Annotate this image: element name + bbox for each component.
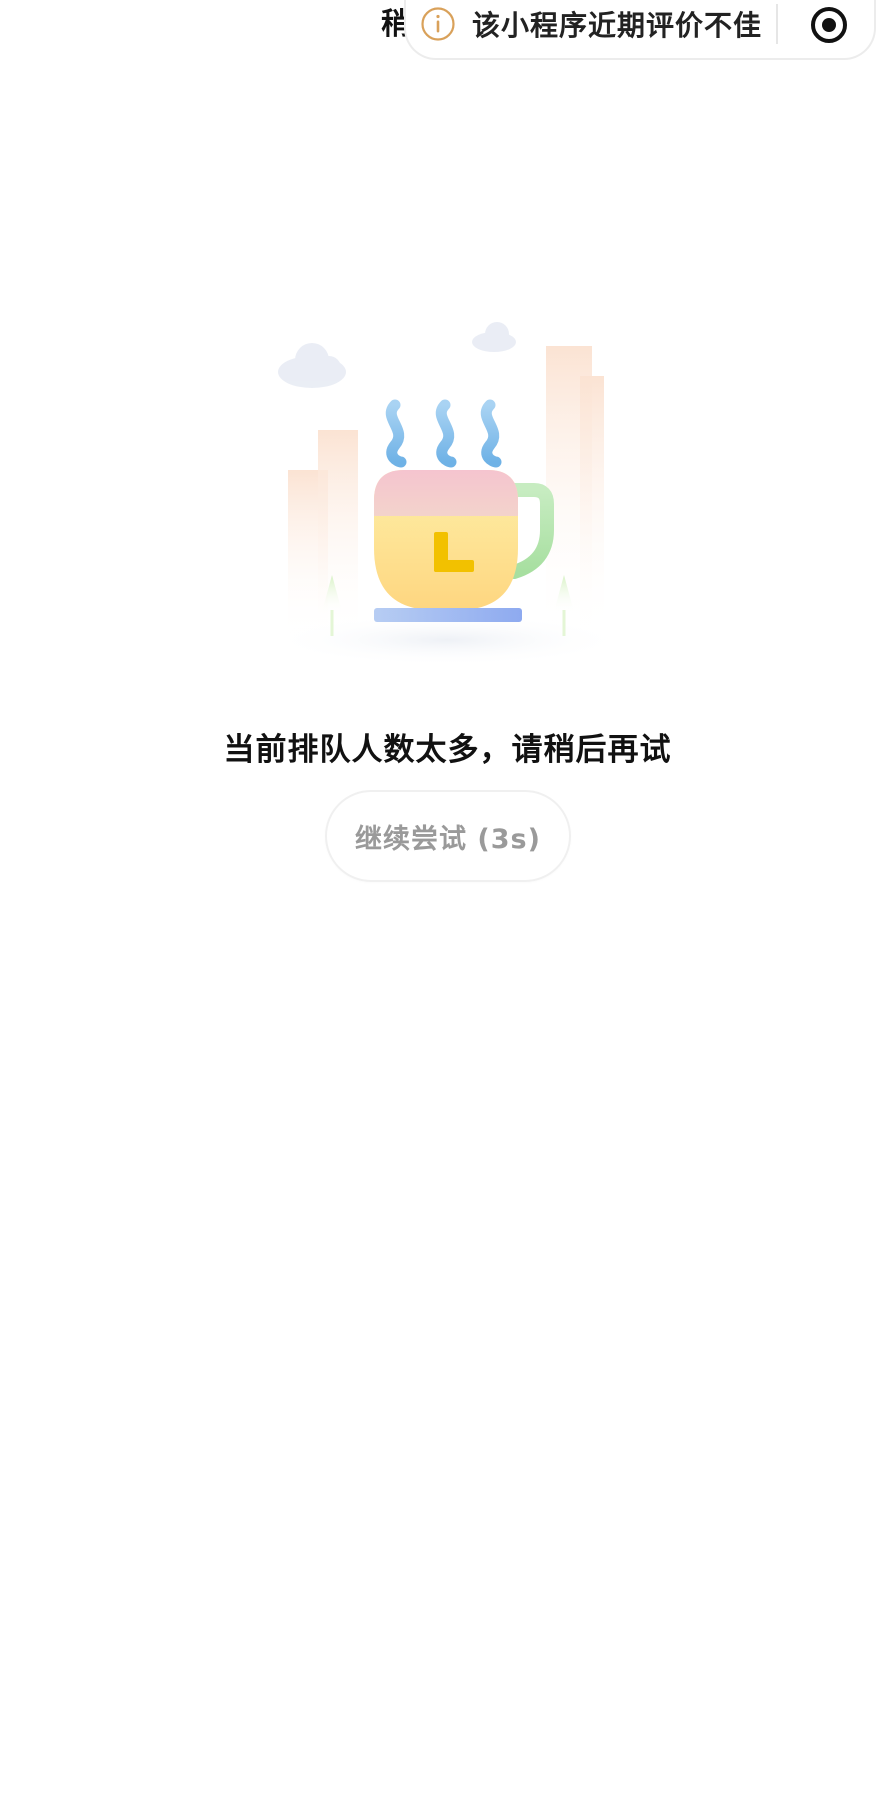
retry-button[interactable]: 继续尝试 (3s) xyxy=(325,790,571,882)
target-circle-icon[interactable] xyxy=(808,4,850,46)
coffee-cup-illustration xyxy=(267,322,627,666)
header: 稍后再试 该小程序近期评价不佳 xyxy=(0,0,895,64)
queue-busy-message: 当前排队人数太多，请稍后再试 xyxy=(223,732,672,768)
capsule-warning-text: 该小程序近期评价不佳 xyxy=(472,9,763,42)
mini-program-capsule[interactable]: 该小程序近期评价不佳 xyxy=(404,0,876,60)
capsule-divider xyxy=(776,4,778,44)
info-circle-icon xyxy=(421,7,455,41)
